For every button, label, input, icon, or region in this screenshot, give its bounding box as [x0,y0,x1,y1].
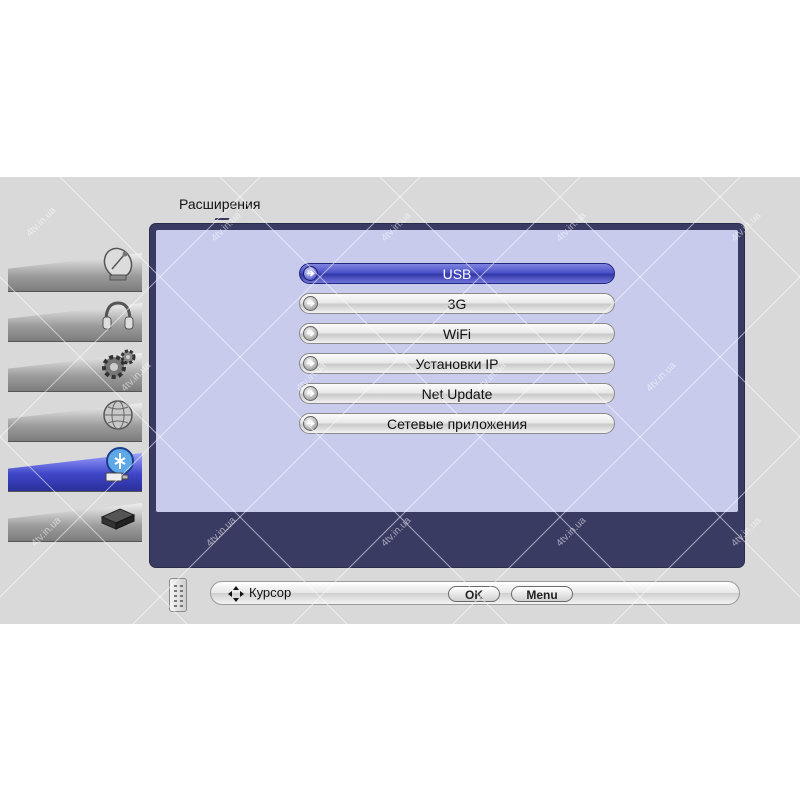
sidebar-tab-network-globe[interactable] [8,395,142,442]
title-underline [214,218,230,220]
page-title: Расширения [179,196,261,212]
extensions-menu: USB 3G WiFi Установки IP Net Update Сете… [299,263,615,443]
cursor-hint-label: Курсор [249,585,292,600]
menu-item-label: 3G [447,296,467,312]
main-panel: USB 3G WiFi Установки IP Net Update Сете… [150,224,744,567]
menu-item-network-apps[interactable]: Сетевые приложения [299,413,615,434]
ok-button[interactable]: OK [448,586,500,602]
remote-control-icon [169,578,187,612]
menu-item-label: Net Update [421,386,493,402]
menu-item-wifi[interactable]: WiFi [299,323,615,344]
menu-item-label: WiFi [443,326,471,342]
satellite-dish-icon [103,247,133,281]
sidebar-tab-audio[interactable] [8,295,142,342]
menu-item-ip-settings[interactable]: Установки IP [299,353,615,374]
menu-button[interactable]: Menu [511,586,573,602]
watermark-text: 4tv.in.ua [24,205,58,239]
cursor-arrows-icon [228,586,244,602]
sidebar-tab-settings[interactable] [8,345,142,392]
sidebar-tab-receiver[interactable] [8,495,142,542]
sidebar-tab-extensions[interactable] [8,445,142,492]
sidebar-tab-installation[interactable] [8,245,142,292]
menu-item-label: Сетевые приложения [386,416,528,432]
globe-icon [103,400,133,430]
menu-item-usb[interactable]: USB [299,263,615,284]
tv-screen: Расширения USB 3G WiFi Установки IP Net … [0,177,800,624]
menu-area: USB 3G WiFi Установки IP Net Update Сете… [156,230,738,512]
gears-icon [102,349,136,379]
menu-item-3g[interactable]: 3G [299,293,615,314]
help-bar: Курсор OK Menu [210,581,740,605]
menu-item-label: Установки IP [415,356,499,372]
usb-extensions-icon [105,447,134,482]
headphones-icon [102,301,134,330]
menu-item-label: USB [442,266,472,282]
menu-item-net-update[interactable]: Net Update [299,383,615,404]
receiver-box-icon [100,508,136,530]
